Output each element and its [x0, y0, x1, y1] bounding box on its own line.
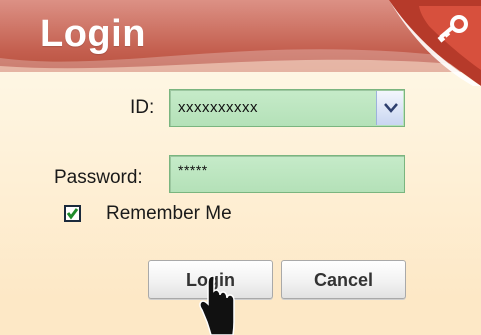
id-label: ID:	[130, 97, 155, 118]
password-field[interactable]: *****	[169, 155, 405, 193]
login-dialog: Login ID: xxxxxxxxxx Password: ***** Rem…	[0, 0, 481, 335]
cancel-button[interactable]: Cancel	[281, 260, 406, 299]
id-dropdown-button[interactable]	[376, 91, 403, 125]
chevron-down-icon	[384, 103, 398, 113]
checkmark-icon	[66, 208, 79, 220]
key-icon	[389, 0, 481, 86]
password-label: Password:	[54, 167, 143, 188]
hand-pointer-icon	[199, 276, 235, 335]
remember-me-label: Remember Me	[106, 203, 232, 224]
id-select-value: xxxxxxxxxx	[178, 99, 258, 116]
remember-me-checkbox[interactable]	[64, 205, 81, 222]
dialog-title: Login	[40, 13, 146, 55]
id-select[interactable]: xxxxxxxxxx	[169, 89, 405, 127]
password-field-value: *****	[178, 162, 208, 178]
